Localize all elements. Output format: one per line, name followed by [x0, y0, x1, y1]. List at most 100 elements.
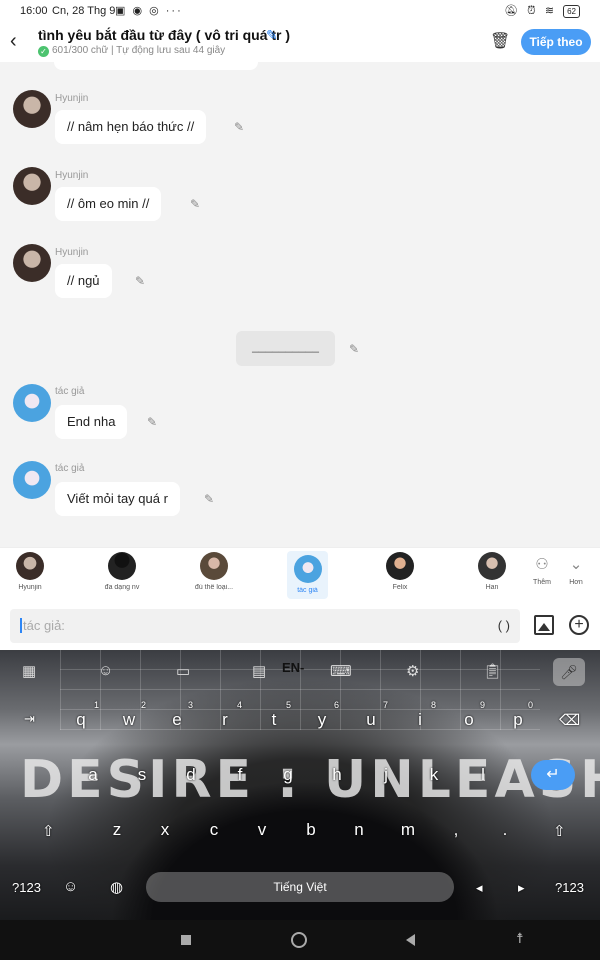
key-n[interactable]: n [344, 820, 374, 840]
recents-icon[interactable] [181, 935, 191, 945]
message-bubble[interactable]: Viết mỏi tay quá r [55, 482, 180, 516]
message-bubble[interactable]: // ngủ [55, 264, 112, 298]
message-input[interactable]: tác giả: ( ) [10, 609, 520, 643]
home-icon[interactable] [291, 932, 307, 948]
key-v[interactable]: v [247, 820, 277, 840]
character-name: đa dạng nv [104, 584, 140, 591]
message-bubble[interactable]: // nâm hẹn báo thức // [55, 110, 207, 144]
image-icon[interactable] [534, 615, 554, 635]
key-z[interactable]: z [102, 820, 132, 840]
microphone-icon[interactable]: 🎤︎ [553, 658, 585, 686]
key-f[interactable]: f [225, 765, 255, 785]
symbols-key[interactable]: ?123 [12, 880, 41, 895]
key-s[interactable]: s [127, 765, 157, 785]
character-du-the-loai[interactable]: đủ thể loại... [184, 552, 244, 591]
accessibility-icon[interactable]: ☨ [516, 930, 524, 947]
key-o[interactable]: o [454, 710, 484, 730]
key-l[interactable]: l [468, 765, 498, 785]
edit-message-icon[interactable]: ✎ [234, 120, 244, 134]
key-g[interactable]: g [273, 765, 303, 785]
character-name: đủ thể loại... [194, 584, 234, 591]
shift-key[interactable]: ⇧ [42, 822, 55, 840]
message-input-bar: tác giả: ( ) + [0, 603, 600, 650]
tab-key[interactable]: ⇥ [24, 711, 35, 727]
avatar [293, 555, 322, 583]
calculator-icon[interactable]: ▤ [252, 662, 266, 680]
key-hint: 3 [188, 700, 194, 710]
sender-name: Hyunjin [55, 93, 89, 104]
edit-message-icon[interactable]: ✎ [204, 492, 214, 506]
key-b[interactable]: b [296, 820, 326, 840]
expand-characters-button[interactable]: ⌄ Hơn [562, 554, 590, 586]
avatar [478, 552, 506, 580]
character-felix[interactable]: Felix [370, 552, 430, 591]
next-button[interactable]: Tiếp theo [521, 29, 591, 55]
key-i[interactable]: i [405, 710, 435, 730]
key-t[interactable]: t [259, 710, 289, 730]
key-u[interactable]: u [356, 710, 386, 730]
key-a[interactable]: a [78, 765, 108, 785]
key-c[interactable]: c [199, 820, 229, 840]
key-hint: 9 [480, 700, 486, 710]
key-y[interactable]: y [307, 710, 337, 730]
sender-name: Hyunjin [55, 247, 89, 258]
edit-message-icon[interactable]: ✎ [349, 342, 359, 356]
key-m[interactable]: m [393, 820, 423, 840]
clipboard-icon[interactable]: 📋︎ [483, 662, 502, 680]
key-k[interactable]: k [419, 765, 449, 785]
character-han[interactable]: Han [462, 552, 522, 591]
shift-key-right[interactable]: ⇧ [553, 822, 566, 840]
keyboard-layout-icon[interactable]: ⌨ [330, 662, 352, 680]
edit-message-icon[interactable]: ✎ [135, 274, 145, 288]
key-comma[interactable]: , [441, 820, 471, 840]
key-w[interactable]: w [114, 710, 144, 730]
back-arrow-icon[interactable]: ‹ [10, 30, 17, 53]
cursor-left-key[interactable]: ◂ [476, 880, 483, 896]
enter-key[interactable]: ↵ [531, 760, 575, 790]
sticker-icon[interactable]: ☺ [98, 662, 113, 679]
key-x[interactable]: x [150, 820, 180, 840]
battery-icon: 62 [563, 5, 580, 18]
globe-icon[interactable]: ◍ [110, 878, 123, 896]
plus-icon[interactable]: + [569, 615, 589, 635]
action-paren-button[interactable]: ( ) [498, 618, 510, 633]
scene-divider[interactable]: __________ [236, 331, 335, 366]
system-icons: 🔕︎ ⏰︎ ≋ 62 [498, 4, 580, 18]
character-da-dang-nv[interactable]: đa dạng nv [92, 552, 152, 591]
key-j[interactable]: j [371, 765, 401, 785]
avatar [200, 552, 228, 580]
message-bubble[interactable]: // ôm eo min // [55, 187, 162, 221]
apps-grid-icon[interactable]: ▦ [22, 662, 36, 680]
add-character-button[interactable]: ⚇ Thêm [528, 554, 556, 586]
edit-message-icon[interactable]: ✎ [147, 415, 157, 429]
chat-area[interactable]: Hyunjin // nâm hẹn báo thức // ✎ Hyunjin… [0, 62, 600, 547]
edit-title-icon[interactable]: ✎ [266, 27, 278, 44]
key-p[interactable]: p [503, 710, 533, 730]
key-r[interactable]: r [210, 710, 240, 730]
backspace-key[interactable]: ⌫ [559, 711, 580, 729]
space-key[interactable]: Tiếng Việt [146, 872, 454, 902]
trash-icon[interactable]: 🗑︎ [490, 31, 510, 51]
key-d[interactable]: d [176, 765, 206, 785]
key-q[interactable]: q [66, 710, 96, 730]
app-screen: 16:00 Cn, 28 Thg 9 ▣ ◉ ◎ ··· 🔕︎ ⏰︎ ≋ 62 … [0, 0, 600, 960]
bell-off-icon: 🔕︎ [504, 5, 519, 17]
key-period[interactable]: . [490, 820, 520, 840]
key-e[interactable]: e [162, 710, 192, 730]
cursor-right-key[interactable]: ▸ [518, 880, 525, 896]
key-h[interactable]: h [322, 765, 352, 785]
gear-icon[interactable]: ⚙ [406, 662, 419, 680]
story-title[interactable]: tình yêu bắt đầu từ đây ( vô tri quá tr … [38, 27, 290, 43]
character-tac-gia[interactable]: tác giả [287, 551, 328, 599]
key-hint: 6 [334, 700, 340, 710]
emoji-icon[interactable]: ☺ [63, 878, 78, 895]
edit-message-icon[interactable]: ✎ [190, 197, 200, 211]
gif-icon[interactable]: ▭ [176, 662, 190, 680]
back-icon[interactable] [406, 934, 415, 946]
message-bubble[interactable]: End nha [55, 405, 128, 439]
character-hyunjin[interactable]: Hyunjin [0, 552, 60, 591]
symbols-key-right[interactable]: ?123 [555, 880, 584, 895]
add-person-icon: ⚇ [535, 556, 549, 573]
avatar [13, 244, 51, 282]
keyboard: DESIRE : UNLEASH ▦ ☺ ▭ ▤ EN- ⌨ ⚙ 📋︎ 🎤︎ ⇥… [0, 650, 600, 920]
